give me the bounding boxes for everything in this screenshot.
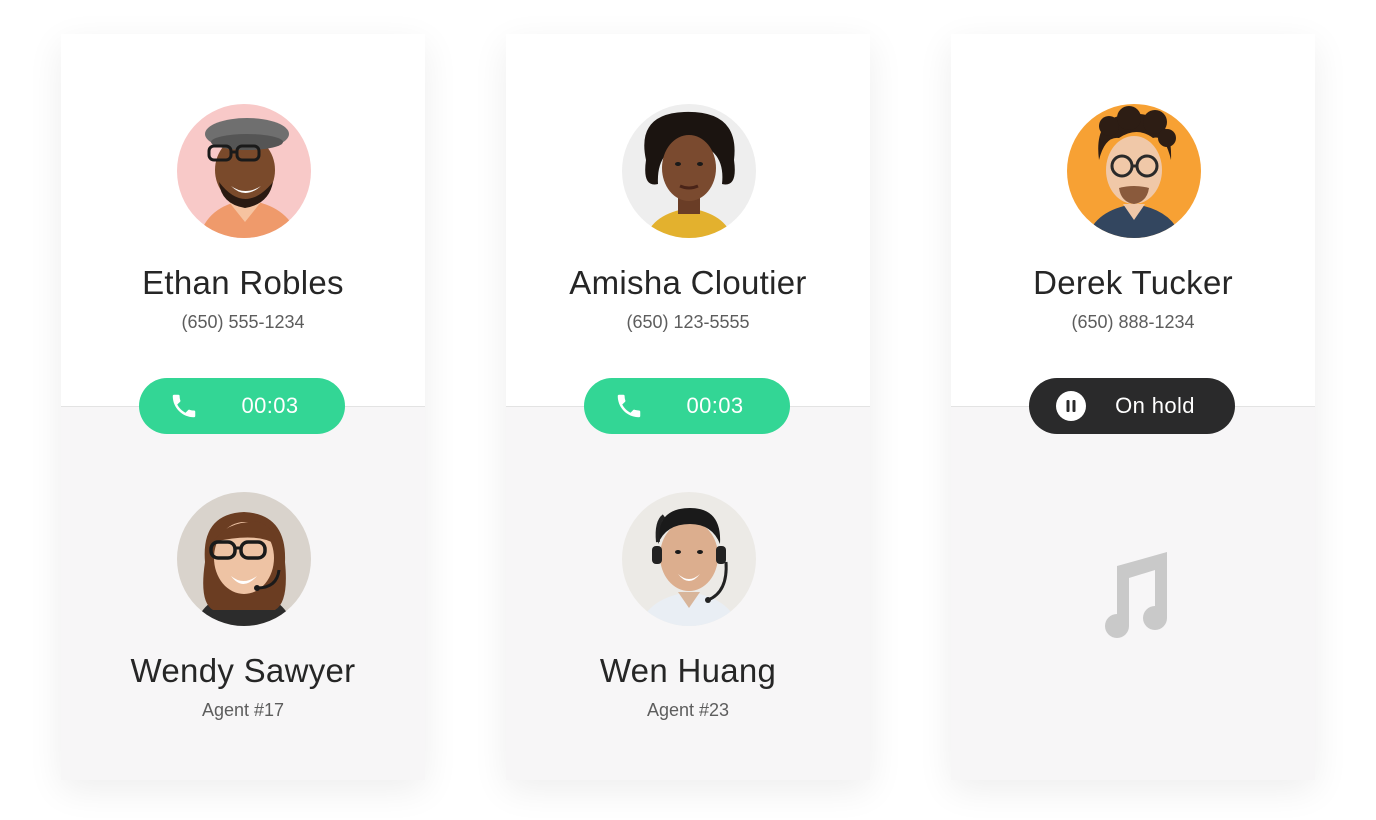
agent-avatar <box>177 492 311 626</box>
call-timer: 00:03 <box>241 393 299 418</box>
call-panel: Ethan Robles (650) 555-1234 00:03 Wendy … <box>0 0 1376 820</box>
agent-id: Agent #23 <box>646 700 730 720</box>
caller-phone: (650) 555-1234 <box>181 312 305 332</box>
music-note-icon <box>1105 552 1167 638</box>
caller-avatar <box>177 104 311 238</box>
call-timer: 00:03 <box>686 393 744 418</box>
pause-icon <box>1056 391 1086 421</box>
caller-name: Amisha Cloutier <box>569 264 807 301</box>
call-card[interactable]: Ethan Robles (650) 555-1234 00:03 Wendy … <box>61 34 425 780</box>
call-card[interactable]: Amisha Cloutier (650) 123-5555 00:03 Wen… <box>506 34 870 780</box>
agent-name: Wen Huang <box>599 652 777 689</box>
caller-phone: (650) 123-5555 <box>626 312 750 332</box>
hold-status: On hold <box>1115 393 1195 418</box>
caller-avatar <box>1067 104 1201 238</box>
agent-name: Wendy Sawyer <box>130 652 356 689</box>
on-hold-button[interactable]: On hold <box>1029 378 1235 434</box>
caller-avatar <box>622 104 756 238</box>
caller-name: Ethan Robles <box>142 264 344 301</box>
caller-name: Derek Tucker <box>1033 264 1233 301</box>
call-timer-button[interactable]: 00:03 <box>584 378 790 434</box>
call-card[interactable]: Derek Tucker (650) 888-1234 On hold <box>951 34 1315 780</box>
agent-avatar <box>622 492 756 626</box>
caller-phone: (650) 888-1234 <box>1071 312 1195 332</box>
phone-icon <box>617 394 641 418</box>
call-timer-button[interactable]: 00:03 <box>139 378 345 434</box>
phone-icon <box>172 394 196 418</box>
agent-id: Agent #17 <box>201 700 285 720</box>
